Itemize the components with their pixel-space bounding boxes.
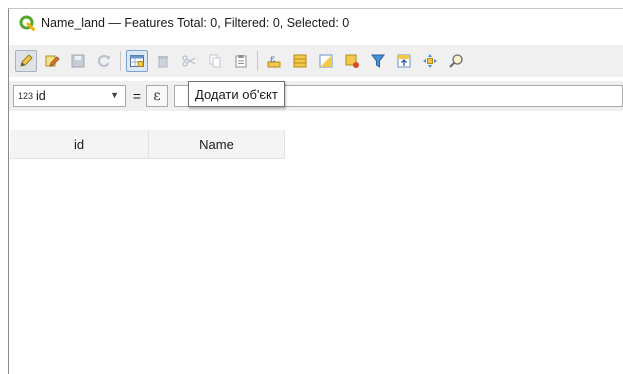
table-header: id Name (10, 130, 285, 159)
field-type-badge: 123 (18, 91, 34, 101)
paste-icon (235, 55, 247, 68)
deselect-all-button[interactable] (341, 50, 363, 72)
field-select[interactable]: 123 id ▼ (13, 85, 126, 107)
invert-selection-icon (319, 54, 333, 68)
select-by-expression-button[interactable]: ε (263, 50, 285, 72)
add-feature-tooltip: Додати об'єкт (188, 81, 285, 107)
expression-select-icon: ε (267, 54, 281, 68)
title-bar: Name_land — Features Total: 0, Filtered:… (9, 9, 623, 37)
move-top-icon (397, 54, 411, 68)
column-header-name[interactable]: Name (149, 130, 285, 158)
reload-icon (98, 55, 110, 67)
toggle-editing-button[interactable] (15, 50, 37, 72)
svg-text:ε: ε (270, 54, 275, 65)
operator-label: = (132, 88, 142, 104)
copy-features-button[interactable] (204, 50, 226, 72)
filter-icon (371, 54, 385, 68)
add-feature-button[interactable] (126, 50, 148, 72)
attribute-toolbar: ε (9, 45, 623, 77)
cut-features-button[interactable] (178, 50, 200, 72)
pan-to-selected-button[interactable] (419, 50, 441, 72)
column-header-id[interactable]: id (10, 130, 149, 158)
move-selection-top-button[interactable] (393, 50, 415, 72)
toolbar-separator (257, 51, 258, 71)
delete-features-button[interactable] (152, 50, 174, 72)
table-body (10, 159, 623, 374)
multi-edit-button[interactable] (41, 50, 63, 72)
scissors-icon (182, 55, 196, 67)
save-icon (71, 54, 85, 68)
chevron-down-icon: ▼ (110, 90, 119, 100)
zoom-to-selected-button[interactable] (445, 50, 467, 72)
save-edits-button[interactable] (67, 50, 89, 72)
window-title: Name_land — Features Total: 0, Filtered:… (41, 16, 350, 30)
paste-features-button[interactable] (230, 50, 252, 72)
filter-select-button[interactable] (367, 50, 389, 72)
add-feature-icon (130, 55, 144, 67)
deselect-icon (345, 54, 359, 68)
attribute-table-window: Name_land — Features Total: 0, Filtered:… (8, 8, 623, 374)
trash-icon (158, 56, 168, 68)
field-name: id (36, 89, 46, 103)
select-all-button[interactable] (289, 50, 311, 72)
copy-icon (209, 54, 221, 68)
field-filter-bar: 123 id ▼ = ε (9, 81, 623, 111)
qgis-logo-icon (19, 15, 35, 31)
pencil-icon (20, 54, 33, 67)
select-all-icon (293, 54, 307, 68)
reload-button[interactable] (93, 50, 115, 72)
pan-icon (423, 54, 437, 68)
zoom-icon (449, 54, 463, 68)
invert-selection-button[interactable] (315, 50, 337, 72)
expression-button[interactable]: ε (146, 85, 168, 107)
toolbar-separator (120, 51, 121, 71)
multi-edit-icon (45, 55, 60, 67)
